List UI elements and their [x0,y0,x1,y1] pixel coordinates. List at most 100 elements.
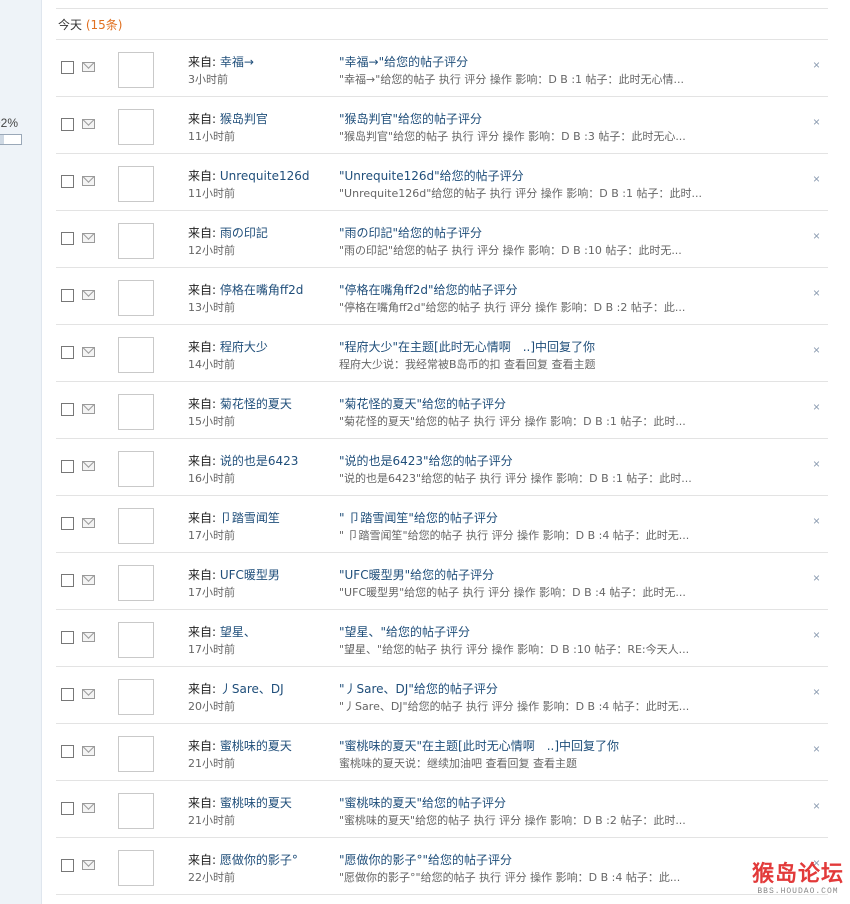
day-label: 今天 [58,18,83,32]
avatar[interactable] [118,394,154,430]
avatar[interactable] [118,622,154,658]
subject-link[interactable]: "UFC暖型男"给您的帖子评分 [339,566,494,583]
select-checkbox[interactable] [61,289,74,302]
delete-icon[interactable]: × [813,742,820,756]
subject-link[interactable]: "雨の印記"给您的帖子评分 [339,224,482,241]
delete-icon[interactable]: × [813,628,820,642]
sender-name-link[interactable]: 蜜桃味的夏天 [220,739,292,753]
select-checkbox[interactable] [61,517,74,530]
avatar[interactable] [118,679,154,715]
envelope-icon [82,803,95,813]
sender-name-link[interactable]: UFC暖型男 [220,568,280,582]
delete-icon[interactable]: × [813,400,820,414]
sender-name-link[interactable]: 幸福→ [220,55,254,69]
avatar[interactable] [118,337,154,373]
select-checkbox[interactable] [61,118,74,131]
select-checkbox[interactable] [61,403,74,416]
envelope-icon [82,404,95,414]
message-preview: " 卩踏雪闻笙"给您的帖子 执行 评分 操作 影响：D B :4 帖子：此时无.… [339,529,690,542]
sender-name-link[interactable]: 望星、 [220,625,256,639]
sender-name-link[interactable]: 说的也是6423 [220,454,299,468]
delete-icon[interactable]: × [813,58,820,72]
timestamp: 17小时前 [188,586,235,599]
subject-link[interactable]: "丿Sare、DJ"给您的帖子评分 [339,680,498,697]
sender-name-link[interactable]: 猴岛判官 [220,112,268,126]
subject-link[interactable]: "蜜桃味的夏天"在主题[此时无心情啊 ..]中回复了你 [339,737,619,754]
subject-link[interactable]: "Unrequite126d"给您的帖子评分 [339,167,524,184]
subject-link[interactable]: "蜜桃味的夏天"给您的帖子评分 [339,794,506,811]
avatar[interactable] [118,736,154,772]
subject-link[interactable]: "说的也是6423"给您的帖子评分 [339,452,513,469]
avatar[interactable] [118,109,154,145]
avatar[interactable] [118,793,154,829]
message-preview: "雨の印記"给您的帖子 执行 评分 操作 影响：D B :10 帖子：此时无..… [339,244,682,257]
message-preview: "愿做你的影子°"给您的帖子 执行 评分 操作 影响：D B :4 帖子：此..… [339,871,681,884]
message-preview: "猴岛判官"给您的帖子 执行 评分 操作 影响：D B :3 帖子：此时无心..… [339,130,686,143]
sender-name-link[interactable]: 蜜桃味的夏天 [220,796,292,810]
select-checkbox[interactable] [61,802,74,815]
message-preview: 蜜桃味的夏天说：继续加油吧 查看回复 查看主题 [339,757,577,770]
select-checkbox[interactable] [61,460,74,473]
from-label: 来自: [188,226,220,240]
select-checkbox[interactable] [61,688,74,701]
select-checkbox[interactable] [61,745,74,758]
sender-name-link[interactable]: 停格在嘴角ff2d [220,283,304,297]
avatar[interactable] [118,166,154,202]
subject-link[interactable]: "程府大少"在主题[此时无心情啊 ..]中回复了你 [339,338,595,355]
delete-icon[interactable]: × [813,343,820,357]
from-label: 来自: [188,739,220,753]
notification-row: 来自: UFC暖型男 17小时前 "UFC暖型男"给您的帖子评分 "UFC暖型男… [56,553,828,610]
select-checkbox[interactable] [61,61,74,74]
sender-name-link[interactable]: 雨の印記 [220,226,268,240]
notification-row: 来自: 程府大少 14小时前 "程府大少"在主题[此时无心情啊 ..]中回复了你… [56,325,828,382]
envelope-icon [82,746,95,756]
select-checkbox[interactable] [61,175,74,188]
select-checkbox[interactable] [61,232,74,245]
delete-icon[interactable]: × [813,799,820,813]
notification-row: 来自: 幸福→ 3小时前 "幸福→"给您的帖子评分 "幸福→"给您的帖子 执行 … [56,40,828,97]
subject-link[interactable]: "停格在嘴角ff2d"给您的帖子评分 [339,281,518,298]
timestamp: 20小时前 [188,700,235,713]
from-label: 来自: [188,112,220,126]
delete-icon[interactable]: × [813,457,820,471]
avatar[interactable] [118,451,154,487]
notification-row: 来自: 停格在嘴角ff2d 13小时前 "停格在嘴角ff2d"给您的帖子评分 "… [56,268,828,325]
avatar[interactable] [118,565,154,601]
from-label: 来自: [188,511,220,525]
delete-icon[interactable]: × [813,571,820,585]
envelope-icon [82,689,95,699]
sender-line: 来自: 程府大少 [188,338,268,355]
from-label: 来自: [188,169,220,183]
subject-link[interactable]: "愿做你的影子°"给您的帖子评分 [339,851,512,868]
delete-icon[interactable]: × [813,229,820,243]
watermark-url: BBS.HOUDAO.COM [757,887,839,896]
avatar[interactable] [118,223,154,259]
notification-row: 来自: 猴岛判官 11小时前 "猴岛判官"给您的帖子评分 "猴岛判官"给您的帖子… [56,97,828,154]
sender-name-link[interactable]: 菊花怪的夏天 [220,397,292,411]
sender-name-link[interactable]: 程府大少 [220,340,268,354]
delete-icon[interactable]: × [813,514,820,528]
select-checkbox[interactable] [61,859,74,872]
sender-name-link[interactable]: Unrequite126d [220,169,310,183]
timestamp: 12小时前 [188,244,235,257]
subject-link[interactable]: " 卩踏雪闻笙"给您的帖子评分 [339,509,498,526]
select-checkbox[interactable] [61,631,74,644]
notification-row: 来自: 说的也是6423 16小时前 "说的也是6423"给您的帖子评分 "说的… [56,439,828,496]
sender-name-link[interactable]: 丿Sare、DJ [220,682,284,696]
delete-icon[interactable]: × [813,286,820,300]
delete-icon[interactable]: × [813,172,820,186]
avatar[interactable] [118,508,154,544]
delete-icon[interactable]: × [813,685,820,699]
avatar[interactable] [118,52,154,88]
subject-link[interactable]: "猴岛判官"给您的帖子评分 [339,110,482,127]
subject-link[interactable]: "望星、"给您的帖子评分 [339,623,470,640]
avatar[interactable] [118,280,154,316]
select-checkbox[interactable] [61,346,74,359]
avatar[interactable] [118,850,154,886]
subject-link[interactable]: "菊花怪的夏天"给您的帖子评分 [339,395,506,412]
sender-name-link[interactable]: 愿做你的影子° [220,853,298,867]
subject-link[interactable]: "幸福→"给您的帖子评分 [339,53,468,70]
delete-icon[interactable]: × [813,115,820,129]
select-checkbox[interactable] [61,574,74,587]
sender-name-link[interactable]: 卩踏雪闻笙 [220,511,280,525]
